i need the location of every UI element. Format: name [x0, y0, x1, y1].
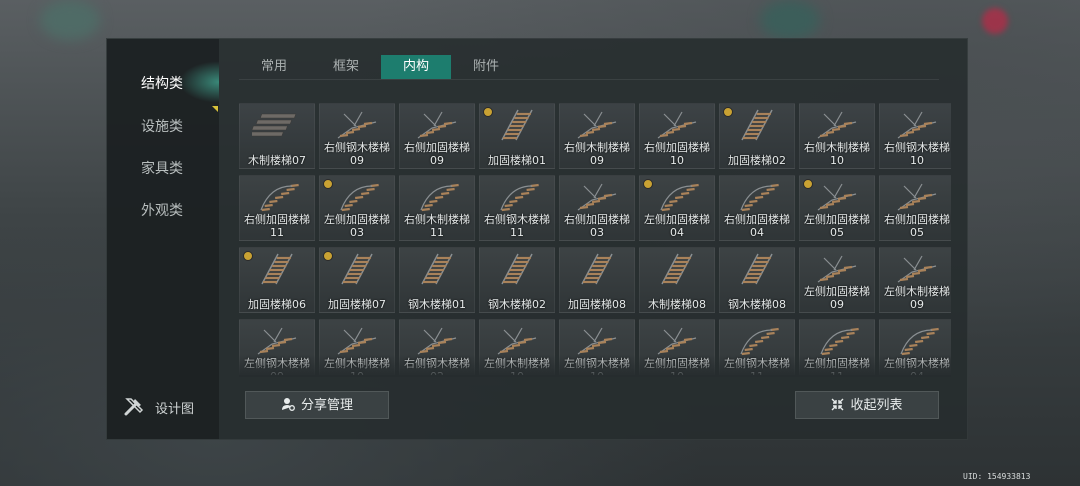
share-manage-button[interactable]: 分享管理 [245, 391, 389, 419]
category-sidebar: 结构类 设施类 家具类 外观类 设计图 [107, 39, 219, 439]
stair-item-label: 左侧加固楼梯09 [804, 285, 870, 311]
tools-icon [123, 395, 145, 417]
stair-item[interactable]: 右侧木制楼梯09 [559, 103, 635, 169]
stair-item-label: 左侧加固楼梯04 [644, 213, 710, 239]
stair-item[interactable]: 钢木楼梯08 [719, 247, 795, 313]
collapse-list-label: 收起列表 [850, 398, 903, 413]
stair-item-label: 加固楼梯08 [568, 298, 626, 311]
stair-item[interactable]: 左侧加固楼梯09 [799, 247, 875, 313]
stair-item[interactable]: 右侧钢木楼梯11 [479, 175, 555, 241]
active-category-marker [212, 106, 218, 112]
stair-item[interactable]: 右侧加固楼梯04 [719, 175, 795, 241]
tab-attachment[interactable]: 附件 [451, 55, 521, 79]
upgrade-badge-icon [483, 107, 493, 117]
stair-item[interactable]: 左侧加固楼梯05 [799, 175, 875, 241]
stair-item-label: 右侧钢木楼梯11 [484, 213, 550, 239]
stair-item-label: 右侧加固楼梯05 [884, 213, 950, 239]
stair-item[interactable]: 加固楼梯07 [319, 247, 395, 313]
user-settings-icon [281, 392, 295, 418]
stair-item[interactable]: 左侧木制楼梯09 [879, 247, 951, 313]
stair-item-label: 右侧钢木楼梯09 [324, 141, 390, 167]
hud-indicator-red [982, 8, 1008, 34]
tab-frame[interactable]: 框架 [311, 55, 381, 79]
collapse-arrows-icon [831, 392, 844, 418]
stair-item-label: 木制楼梯07 [248, 154, 306, 167]
stair-item[interactable]: 加固楼梯06 [239, 247, 315, 313]
stair-item[interactable]: 加固楼梯01 [479, 103, 555, 169]
stair-item-label: 左侧加固楼梯03 [324, 213, 390, 239]
stair-item-label: 钢木楼梯01 [408, 298, 466, 311]
design-label: 设计图 [155, 402, 195, 417]
subcategory-tabs: 常用 框架 内构 附件 [239, 55, 939, 80]
stair-item[interactable]: 钢木楼梯02 [479, 247, 555, 313]
stair-item-label: 右侧木制楼梯10 [804, 141, 870, 167]
upgrade-badge-icon [643, 179, 653, 189]
stair-item-label: 右侧木制楼梯11 [404, 213, 470, 239]
stair-item-label: 右侧加固楼梯10 [644, 141, 710, 167]
background-blur [40, 0, 100, 40]
background-blur [760, 0, 820, 40]
stair-item[interactable]: 右侧加固楼梯09 [399, 103, 475, 169]
stair-item[interactable]: 右侧钢木楼梯10 [879, 103, 951, 169]
user-id: UID: 154933813 [963, 472, 1031, 481]
share-manage-label: 分享管理 [300, 398, 353, 413]
stair-item[interactable]: 左侧加固楼梯03 [319, 175, 395, 241]
item-grid: 木制楼梯07 右侧钢木楼梯09 右侧加固楼梯09 加固楼梯01 右侧木制楼梯09 右侧加固… [239, 103, 951, 375]
grid-scroll-fade [239, 355, 951, 377]
stair-item[interactable]: 右侧加固楼梯03 [559, 175, 635, 241]
stair-item[interactable]: 右侧加固楼梯10 [639, 103, 715, 169]
tab-interior[interactable]: 内构 [381, 55, 451, 79]
stair-item-label: 钢木楼梯02 [488, 298, 546, 311]
stair-item[interactable]: 钢木楼梯01 [399, 247, 475, 313]
stair-item-label: 加固楼梯06 [248, 298, 306, 311]
sidebar-item-facility[interactable]: 设施类 [141, 116, 183, 136]
stair-item-label: 右侧加固楼梯03 [564, 213, 630, 239]
stair-item[interactable]: 右侧加固楼梯11 [239, 175, 315, 241]
stair-item[interactable]: 右侧木制楼梯10 [799, 103, 875, 169]
stair-item[interactable]: 右侧加固楼梯05 [879, 175, 951, 241]
stair-item-label: 左侧加固楼梯05 [804, 213, 870, 239]
stair-item-label: 木制楼梯08 [648, 298, 706, 311]
upgrade-badge-icon [803, 179, 813, 189]
upgrade-badge-icon [323, 179, 333, 189]
stair-item[interactable]: 木制楼梯07 [239, 103, 315, 169]
sidebar-item-furniture[interactable]: 家具类 [141, 158, 183, 178]
collapse-list-button[interactable]: 收起列表 [795, 391, 939, 419]
upgrade-badge-icon [723, 107, 733, 117]
stair-item-label: 加固楼梯02 [728, 154, 786, 167]
build-menu-panel: 结构类 设施类 家具类 外观类 设计图 常用 框架 内构 附件 木制楼梯07 右侧… [106, 38, 968, 440]
stair-item[interactable]: 木制楼梯08 [639, 247, 715, 313]
stair-item-label: 右侧加固楼梯09 [404, 141, 470, 167]
stair-item-label: 右侧木制楼梯09 [564, 141, 630, 167]
tab-common[interactable]: 常用 [239, 55, 309, 79]
stair-item-label: 左侧木制楼梯09 [884, 285, 950, 311]
upgrade-badge-icon [323, 251, 333, 261]
stair-item[interactable]: 左侧加固楼梯04 [639, 175, 715, 241]
stair-item-label: 右侧加固楼梯11 [244, 213, 310, 239]
upgrade-badge-icon [243, 251, 253, 261]
stair-item-label: 右侧加固楼梯04 [724, 213, 790, 239]
stair-item-label: 钢木楼梯08 [728, 298, 786, 311]
sidebar-item-exterior[interactable]: 外观类 [141, 200, 183, 220]
stair-item[interactable]: 加固楼梯08 [559, 247, 635, 313]
design-blueprint-button[interactable]: 设计图 [119, 393, 214, 421]
stair-item-label: 加固楼梯01 [488, 154, 546, 167]
stair-item-label: 右侧钢木楼梯10 [884, 141, 950, 167]
sidebar-item-structure[interactable]: 结构类 [141, 73, 183, 93]
stair-item[interactable]: 加固楼梯02 [719, 103, 795, 169]
stair-item[interactable]: 右侧钢木楼梯09 [319, 103, 395, 169]
stair-item[interactable]: 右侧木制楼梯11 [399, 175, 475, 241]
active-category-glow [179, 61, 219, 103]
stair-item-label: 加固楼梯07 [328, 298, 386, 311]
